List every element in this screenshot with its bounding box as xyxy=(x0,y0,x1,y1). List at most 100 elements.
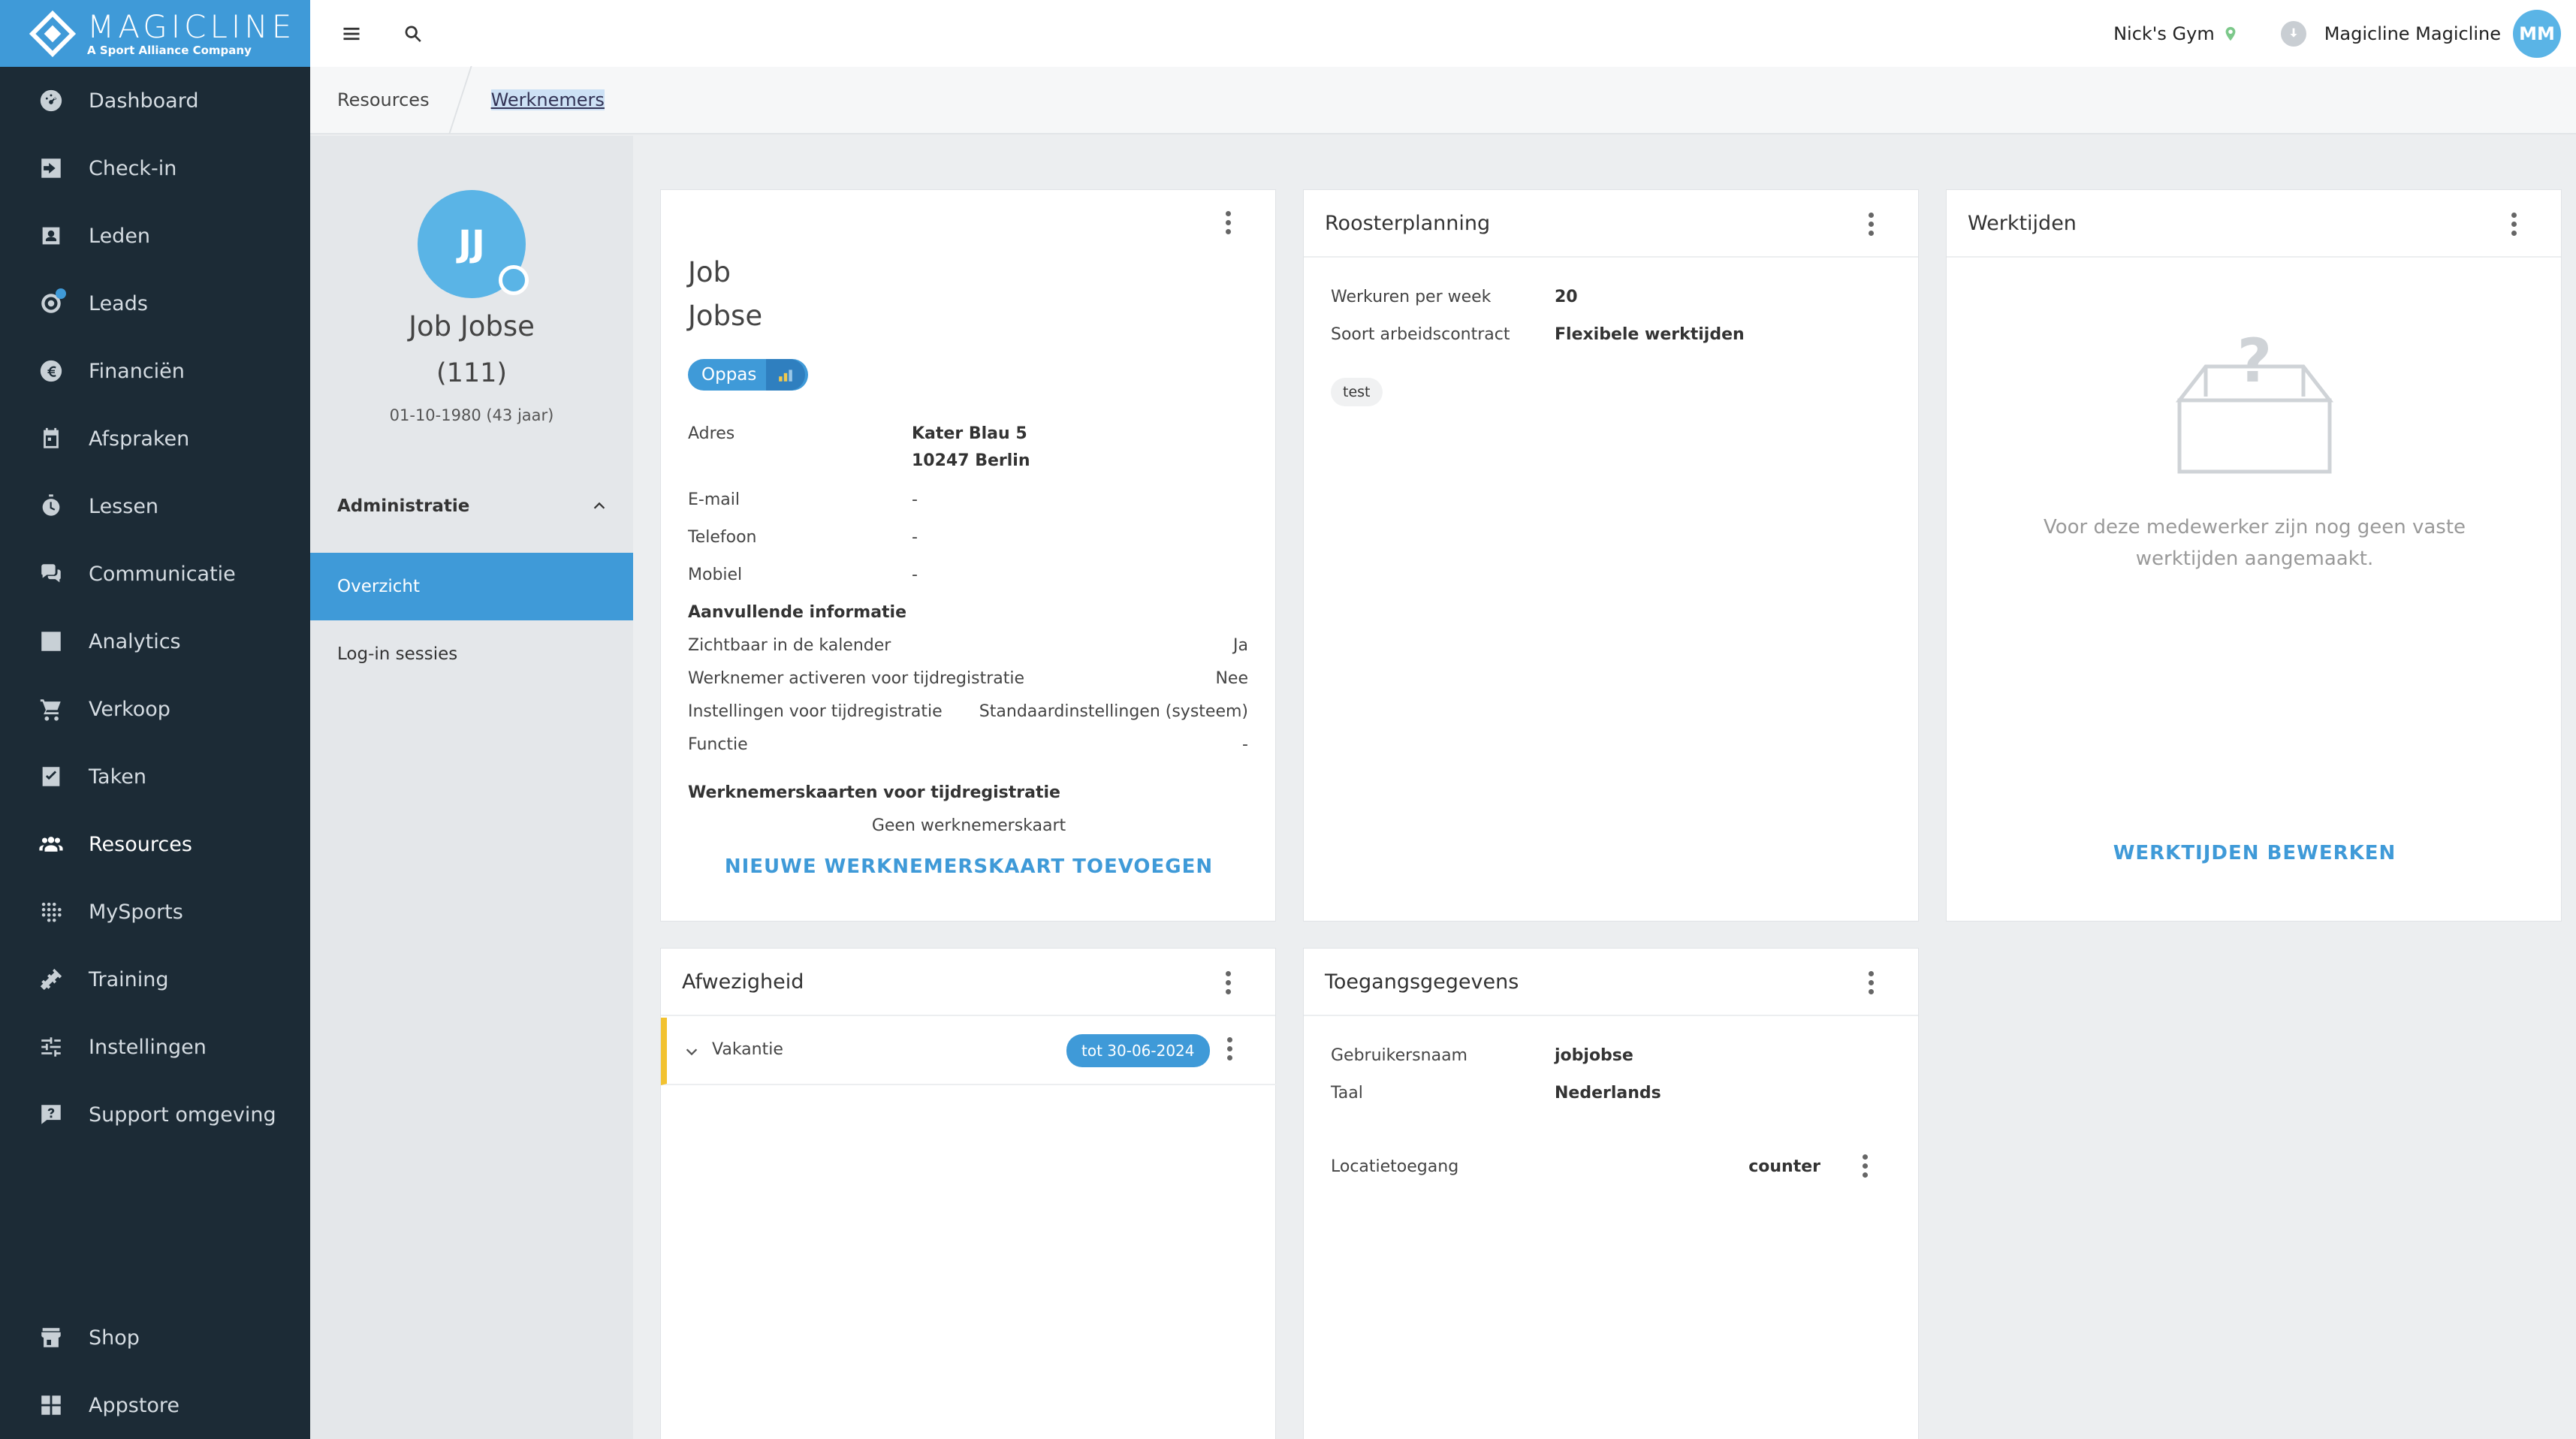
sidebar-item-label: Training xyxy=(89,967,169,991)
sidebar-item-label: Communicatie xyxy=(89,562,236,586)
sidebar-item-label: Support omgeving xyxy=(89,1103,276,1127)
extra-label: Functie xyxy=(688,735,748,754)
sidebar-item-instellingen[interactable]: Instellingen xyxy=(0,1013,310,1081)
card-header: Afwezigheid xyxy=(661,949,1275,1016)
contract-value: Flexibele werktijden xyxy=(1555,325,1745,344)
sidebar-item-label: Leden xyxy=(89,224,151,248)
phone-label: Telefoon xyxy=(688,528,757,547)
download-icon[interactable] xyxy=(2280,20,2306,47)
more-options-icon[interactable] xyxy=(2511,213,2517,237)
more-options-icon[interactable] xyxy=(1226,211,1232,235)
username-value: jobjobse xyxy=(1555,1046,1633,1065)
cart-icon xyxy=(38,695,65,723)
support-icon xyxy=(38,1101,65,1128)
magicline-logo-icon xyxy=(29,10,77,58)
extra-label: Zichtbaar in de kalender xyxy=(688,636,891,655)
user-avatar[interactable]: MM xyxy=(2513,9,2561,58)
stopwatch-icon xyxy=(38,493,65,520)
svg-text:?: ? xyxy=(2237,333,2272,396)
sidebar-item-support[interactable]: Support omgeving xyxy=(0,1081,310,1148)
signal-bars-icon xyxy=(766,359,805,391)
shop-icon xyxy=(38,1324,65,1351)
euro-icon xyxy=(38,357,65,385)
role-label: Oppas xyxy=(701,365,757,385)
profile-menu-login-sessies[interactable]: Log-in sessies xyxy=(310,620,633,688)
section-label: Administratie xyxy=(337,496,470,516)
more-options-icon[interactable] xyxy=(1226,971,1232,995)
employee-dob: 01-10-1980 (43 jaar) xyxy=(389,406,554,424)
absence-row[interactable]: Vakantie tot 30-06-2024 xyxy=(661,1018,1277,1085)
breadcrumb-resources[interactable]: Resources xyxy=(337,89,430,110)
magicline-logo[interactable]: MAGICLINE A Sport Alliance Company xyxy=(0,0,310,67)
gym-selector[interactable]: Nick's Gym xyxy=(2113,23,2215,44)
sidebar-item-appstore[interactable]: Appstore xyxy=(0,1371,310,1439)
top-bar: Nick's Gym Magicline Magicline MM xyxy=(310,0,2576,67)
sidebar-item-leden[interactable]: Leden xyxy=(0,202,310,270)
sidebar-item-verkoop[interactable]: Verkoop xyxy=(0,675,310,743)
user-name[interactable]: Magicline Magicline xyxy=(2324,23,2501,44)
more-options-icon[interactable] xyxy=(1869,213,1875,237)
dashboard-icon xyxy=(38,87,65,114)
sidebar-item-leads[interactable]: Leads xyxy=(0,270,310,337)
sidebar-item-shop[interactable]: Shop xyxy=(0,1304,310,1371)
sidebar-item-label: Leads xyxy=(89,291,148,315)
location-more-options-icon[interactable] xyxy=(1863,1154,1869,1178)
sidebar-item-lessen[interactable]: Lessen xyxy=(0,472,310,540)
card-header: Roosterplanning xyxy=(1304,190,1918,258)
employee-avatar[interactable]: JJ xyxy=(418,190,529,298)
menu-label: Log-in sessies xyxy=(337,644,458,664)
chevron-up-icon xyxy=(593,502,605,509)
sidebar-item-label: Financiën xyxy=(89,359,185,383)
employee-info-card: Job Jobse Oppas Adres Kater Blau 5 10247… xyxy=(660,189,1276,922)
menu-icon[interactable] xyxy=(339,21,364,47)
card-title: Afwezigheid xyxy=(682,970,804,994)
sidebar-item-label: Instellingen xyxy=(89,1035,207,1059)
afwezigheid-card: Afwezigheid Vakantie tot 30-06-2024 xyxy=(660,948,1277,1439)
sidebar-item-label: Shop xyxy=(89,1326,140,1350)
chevron-down-icon[interactable] xyxy=(683,1043,700,1060)
add-employee-card-link[interactable]: NIEUWE WERKNEMERSKAART TOEVOEGEN xyxy=(661,855,1277,878)
sidebar-item-afspraken[interactable]: Afspraken xyxy=(0,405,310,472)
more-options-icon[interactable] xyxy=(1869,971,1875,995)
edit-werktijden-link[interactable]: WERKTIJDEN BEWERKEN xyxy=(1947,842,2562,864)
extra-value: Ja xyxy=(1233,636,1248,655)
absence-more-options-icon[interactable] xyxy=(1227,1037,1233,1061)
administratie-section-toggle[interactable]: Administratie xyxy=(310,486,633,526)
checkin-icon xyxy=(38,155,65,182)
extra-label: Instellingen voor tijdregistratie xyxy=(688,702,943,721)
task-icon xyxy=(38,763,65,790)
role-badge[interactable]: Oppas xyxy=(688,359,808,391)
employee-cards-title: Werknemerskaarten voor tijdregistratie xyxy=(688,783,1060,802)
sidebar-item-analytics[interactable]: Analytics xyxy=(0,608,310,675)
sidebar-item-label: Analytics xyxy=(89,629,181,653)
profile-menu-overzicht[interactable]: Overzicht xyxy=(310,553,633,620)
sidebar-item-mysports[interactable]: MySports xyxy=(0,878,310,946)
search-icon[interactable] xyxy=(400,21,426,47)
sidebar: MAGICLINE A Sport Alliance Company Dashb… xyxy=(0,0,310,1439)
sidebar-item-dashboard[interactable]: Dashboard xyxy=(0,67,310,134)
sidebar-item-checkin[interactable]: Check-in xyxy=(0,134,310,202)
sidebar-item-communicatie[interactable]: Communicatie xyxy=(0,540,310,608)
sidebar-item-label: Verkoop xyxy=(89,697,170,721)
extra-value: Standaardinstellingen (systeem) xyxy=(979,702,1248,721)
sidebar-nav: Dashboard Check-in Leden Leads Financiën… xyxy=(0,67,310,1148)
no-employee-card-text: Geen werknemerskaart xyxy=(871,816,1066,835)
roosterplanning-card: Roosterplanning Werkuren per week 20 Soo… xyxy=(1303,189,1919,922)
breadcrumb-werknemers[interactable]: Werknemers xyxy=(490,89,605,110)
brand-name: MAGICLINE xyxy=(87,8,296,45)
sidebar-item-financien[interactable]: Financiën xyxy=(0,337,310,405)
employee-number: (111) xyxy=(436,358,508,388)
menu-label: Overzicht xyxy=(337,577,421,596)
breadcrumb-separator xyxy=(448,66,472,134)
sidebar-item-training[interactable]: Training xyxy=(0,946,310,1013)
members-icon xyxy=(38,222,65,249)
empty-box-icon: ? xyxy=(2176,333,2333,474)
werktijden-card: Werktijden ? Voor deze medewerker zijn n… xyxy=(1946,189,2562,922)
sidebar-item-resources[interactable]: Resources xyxy=(0,810,310,878)
tag-chip[interactable]: test xyxy=(1331,378,1383,406)
sidebar-item-taken[interactable]: Taken xyxy=(0,743,310,810)
empty-state-text: Voor deze medewerker zijn nog geen vaste… xyxy=(2043,516,2466,570)
hours-label: Werkuren per week xyxy=(1331,288,1492,306)
status-indicator xyxy=(499,265,529,295)
extra-label: Werknemer activeren voor tijdregistratie xyxy=(688,669,1025,688)
